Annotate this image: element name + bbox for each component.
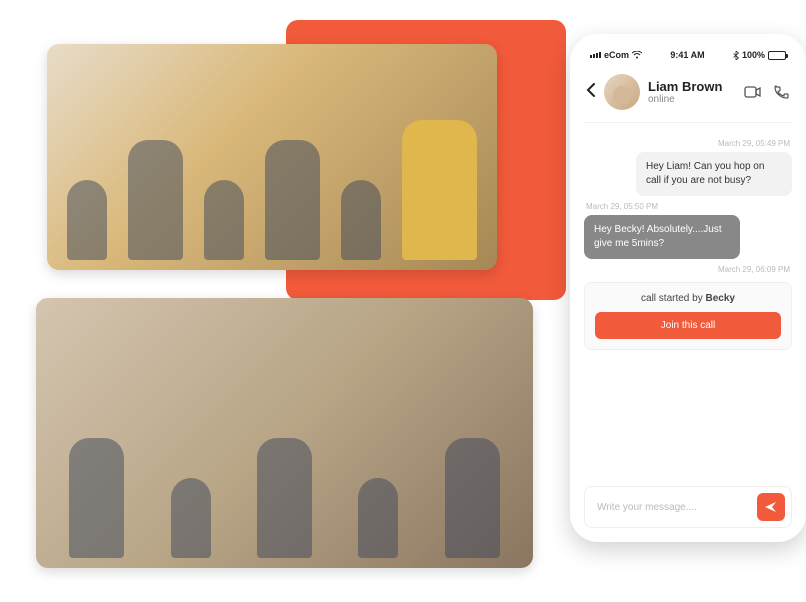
timestamp: March 29, 06:09 PM xyxy=(586,265,790,274)
call-card: call started by Becky Join this call xyxy=(584,282,792,350)
back-button[interactable] xyxy=(586,83,596,102)
message-outgoing: Hey Liam! Can you hop on call if you are… xyxy=(636,152,792,196)
carrier-label: eCom xyxy=(604,50,629,60)
messages-area: March 29, 05:49 PM Hey Liam! Can you hop… xyxy=(584,123,792,486)
message-incoming: Hey Becky! Absolutely....Just give me 5m… xyxy=(584,215,740,259)
message-input[interactable] xyxy=(597,502,749,513)
timestamp: March 29, 05:50 PM xyxy=(586,202,790,211)
voice-call-icon[interactable] xyxy=(772,83,790,101)
video-call-icon[interactable] xyxy=(744,83,762,101)
message-composer xyxy=(584,486,792,528)
bluetooth-icon xyxy=(733,51,739,60)
contact-status: online xyxy=(648,94,736,105)
timestamp: March 29, 05:49 PM xyxy=(586,139,790,148)
battery-label: 100% xyxy=(742,50,765,60)
avatar[interactable] xyxy=(604,74,640,110)
join-call-button[interactable]: Join this call xyxy=(595,312,781,339)
status-bar: eCom 9:41 AM 100% xyxy=(584,48,792,68)
wifi-icon xyxy=(632,51,642,59)
event-photo-top xyxy=(47,44,497,270)
phone-mockup: eCom 9:41 AM 100% Liam Brown online xyxy=(570,34,806,542)
event-photo-bottom xyxy=(36,298,533,568)
call-status-text: call started by Becky xyxy=(595,293,781,304)
battery-icon xyxy=(768,51,786,60)
signal-icon xyxy=(590,52,601,58)
send-button[interactable] xyxy=(757,493,785,521)
chat-header: Liam Brown online xyxy=(584,68,792,123)
status-time: 9:41 AM xyxy=(670,50,704,60)
contact-name: Liam Brown xyxy=(648,79,736,94)
